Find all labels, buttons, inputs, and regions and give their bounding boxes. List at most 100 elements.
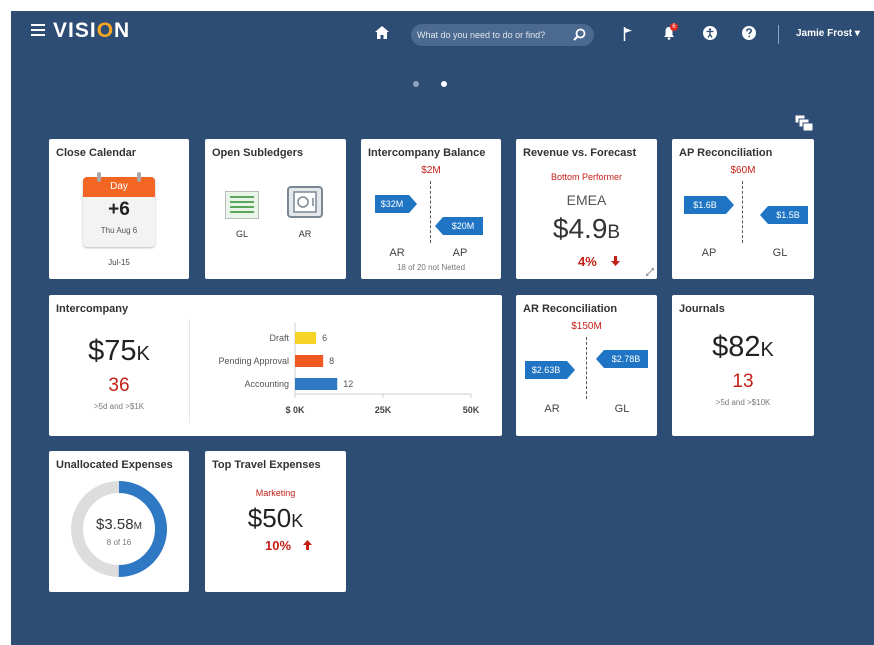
gl-label: GL — [772, 247, 788, 259]
card-revenue-forecast[interactable]: Revenue vs. Forecast Bottom Performer EM… — [516, 139, 657, 279]
layout-toggle-icon[interactable] — [795, 115, 813, 131]
card-divider — [189, 319, 190, 423]
safe-icon — [287, 186, 323, 218]
flag-icon[interactable] — [623, 27, 633, 41]
unallocated-note: 8 of 16 — [106, 538, 132, 547]
bar-category-label: Draft — [269, 333, 289, 343]
accessibility-icon[interactable] — [703, 26, 717, 40]
header-divider — [778, 25, 779, 44]
intercompany-value: $75K — [49, 335, 189, 368]
callout-pointer — [435, 217, 443, 235]
bar-value-label: 8 — [329, 356, 334, 366]
card-title: Journals — [679, 303, 725, 315]
vision-logo[interactable]: VISION — [53, 19, 130, 43]
gl-value-callout: $2.78B — [604, 350, 648, 368]
travel-change: 10% — [265, 538, 292, 553]
balance-ar-callout: $32M — [375, 195, 409, 213]
ap-value-callout: $1.6B — [684, 196, 726, 214]
unallocated-value: $3.58M — [49, 516, 189, 534]
subledger-gl-label: GL — [235, 229, 248, 239]
card-title: AR Reconciliation — [523, 303, 618, 315]
journals-value: $82K — [672, 331, 814, 364]
calendar-period: Jul-15 — [108, 258, 130, 267]
x-tick-label: $ 0K — [285, 405, 305, 415]
expand-icon[interactable] — [646, 268, 654, 276]
card-intercompany-balance[interactable]: Intercompany Balance $2M $32M $20M AR AP… — [361, 139, 501, 279]
ar-difference: $150M — [571, 321, 602, 332]
arrow-up-icon — [303, 540, 312, 550]
travel-value-number: $50 — [247, 503, 292, 533]
search-icon[interactable] — [573, 28, 586, 41]
card-title: Open Subledgers — [212, 147, 304, 159]
card-title: Top Travel Expenses — [212, 459, 321, 471]
ap-divider — [742, 181, 743, 243]
calendar-ring — [97, 172, 101, 182]
card-ar-reconciliation[interactable]: AR Reconciliation $150M $2.63B $2.78B AR… — [516, 295, 657, 436]
page-dot-2[interactable] — [441, 81, 447, 87]
bar-value-label: 6 — [322, 333, 327, 343]
arrow-down-icon — [611, 256, 620, 266]
subledger-ar-label: AR — [298, 229, 312, 239]
card-unallocated-expenses[interactable]: Unallocated Expenses $3.58M 8 of 16 — [49, 451, 189, 592]
ap-label: AP — [701, 247, 717, 259]
card-journals[interactable]: Journals $82K 13 >5d and >$10K — [672, 295, 814, 436]
card-top-travel-expenses[interactable]: Top Travel Expenses Marketing $50K 10% — [205, 451, 346, 592]
card-title: Intercompany — [56, 303, 129, 315]
callout-pointer — [596, 350, 604, 368]
bar-category-label: Accounting — [244, 379, 289, 389]
calendar-icon: Day +6 Thu Aug 6 — [83, 172, 155, 247]
card-title: Revenue vs. Forecast — [523, 147, 637, 159]
unallocated-value-unit: M — [133, 521, 142, 532]
calendar-day-label: Day — [83, 177, 155, 197]
ar-divider — [586, 337, 587, 399]
card-title: Unallocated Expenses — [56, 459, 173, 471]
bar — [295, 355, 324, 367]
journals-note: >5d and >$10K — [715, 398, 771, 407]
card-title: Intercompany Balance — [368, 147, 486, 159]
help-icon[interactable] — [742, 26, 756, 40]
revenue-value: $4.9B — [516, 213, 657, 245]
journals-count: 13 — [732, 371, 754, 392]
intercompany-value-number: $75 — [88, 335, 137, 367]
app-window: VISION 6 Jamie Frost ▾ Close Calendar Da… — [11, 11, 874, 645]
intercompany-count: 36 — [108, 375, 130, 396]
ar-label: AR — [544, 403, 560, 415]
card-ap-reconciliation[interactable]: AP Reconciliation $60M $1.6B $1.5B AP GL — [672, 139, 814, 279]
travel-value: $50K — [205, 503, 346, 534]
travel-subtitle: Marketing — [255, 488, 296, 498]
hamburger-menu-icon[interactable] — [31, 24, 45, 39]
home-icon[interactable] — [375, 26, 389, 39]
logo-text-end: N — [114, 19, 131, 42]
card-close-calendar[interactable]: Close Calendar Day +6 Thu Aug 6 Jul-15 — [49, 139, 189, 279]
revenue-value-unit: B — [607, 222, 621, 243]
notification-badge: 6 — [670, 23, 678, 31]
notifications-bell[interactable]: 6 — [663, 23, 678, 45]
journals-value-unit: K — [760, 339, 774, 361]
user-menu[interactable]: Jamie Frost ▾ — [796, 28, 860, 39]
callout-pointer — [409, 195, 417, 213]
x-tick-label: 50K — [463, 405, 480, 415]
revenue-region: EMEA — [566, 192, 607, 208]
revenue-change: 4% — [578, 254, 597, 269]
card-intercompany[interactable]: Intercompany $75K 36 >5d and >$1K Draft 6… — [49, 295, 502, 436]
callout-pointer — [726, 196, 734, 214]
callout-pointer — [760, 206, 768, 224]
search-box[interactable] — [411, 24, 594, 46]
ap-difference: $60M — [730, 165, 756, 176]
balance-difference: $2M — [421, 165, 441, 176]
revenue-subtitle: Bottom Performer — [550, 172, 623, 182]
calendar-ring — [137, 172, 141, 182]
gl-label: GL — [614, 403, 630, 415]
intercompany-value-unit: K — [136, 343, 150, 365]
balance-note: 18 of 20 not Netted — [396, 263, 466, 272]
bar — [295, 332, 317, 344]
card-title: Close Calendar — [56, 147, 137, 159]
page-dot-1[interactable] — [413, 81, 419, 87]
card-open-subledgers[interactable]: Open Subledgers GL AR — [205, 139, 346, 279]
balance-divider — [430, 181, 431, 243]
intercompany-bar-chart: Draft 6 Pending Approval 8 Accounting 12 $ 0K 2… — [218, 323, 480, 415]
top-navigation-bar: VISION 6 Jamie Frost ▾ — [11, 11, 874, 55]
card-title: AP Reconciliation — [679, 147, 773, 159]
intercompany-note: >5d and >$1K — [93, 402, 145, 411]
search-input[interactable] — [417, 24, 565, 46]
